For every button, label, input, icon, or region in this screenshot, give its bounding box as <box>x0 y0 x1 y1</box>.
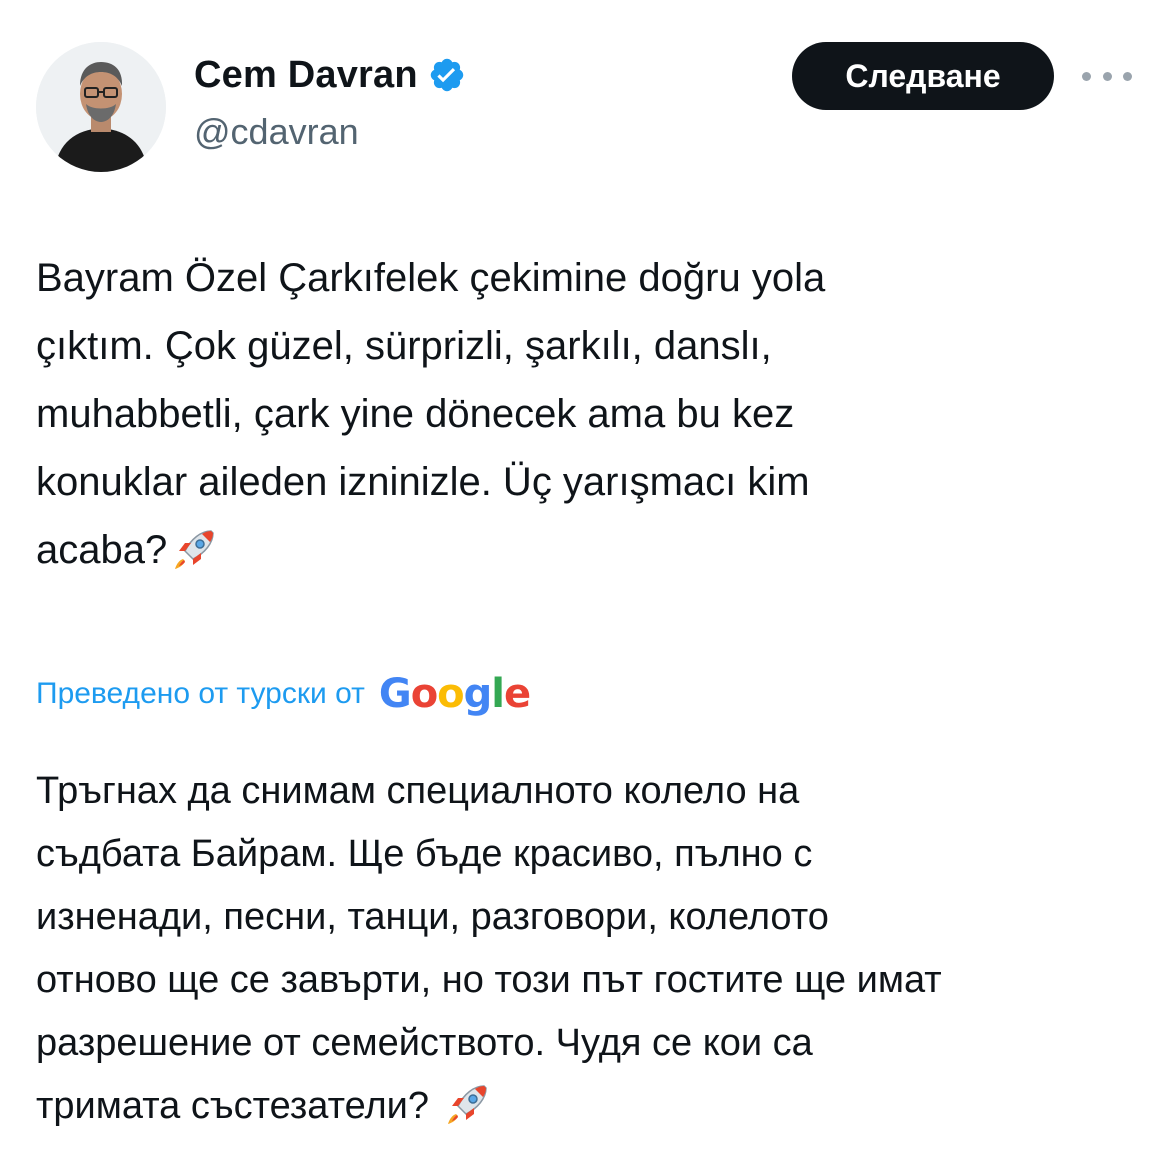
rocket-icon <box>444 1080 492 1128</box>
more-dot <box>1082 71 1091 81</box>
tweet-header: Cem Davran @cdavran Следване <box>0 0 1170 200</box>
avatar-image <box>36 42 166 172</box>
google-logo: Google <box>378 671 531 717</box>
verified-badge-icon <box>428 56 466 94</box>
more-dot <box>1102 71 1112 81</box>
translated-text-content: Тръгнах да снимам специалното колело на … <box>36 770 942 1127</box>
translated-text: Тръгнах да снимам специалното колело на … <box>36 760 1146 1138</box>
more-horizontal-icon[interactable] <box>1082 60 1132 92</box>
more-dot <box>1123 71 1132 81</box>
rocket-icon <box>171 525 219 573</box>
follow-button[interactable]: Следване <box>792 42 1054 110</box>
tweet-text-content: Bayram Özel Çarkıfelek çekimine doğru yo… <box>36 256 826 572</box>
name-row: Cem Davran <box>194 50 466 100</box>
avatar[interactable] <box>36 42 166 172</box>
translation-label: Преведено от турски от <box>36 677 365 710</box>
tweet-text: Bayram Özel Çarkıfelek çekimine doğru yo… <box>36 244 1136 584</box>
translation-attribution[interactable]: Преведено от турски от Google <box>36 664 531 724</box>
user-handle[interactable]: @cdavran <box>194 108 359 156</box>
display-name[interactable]: Cem Davran <box>194 50 418 100</box>
